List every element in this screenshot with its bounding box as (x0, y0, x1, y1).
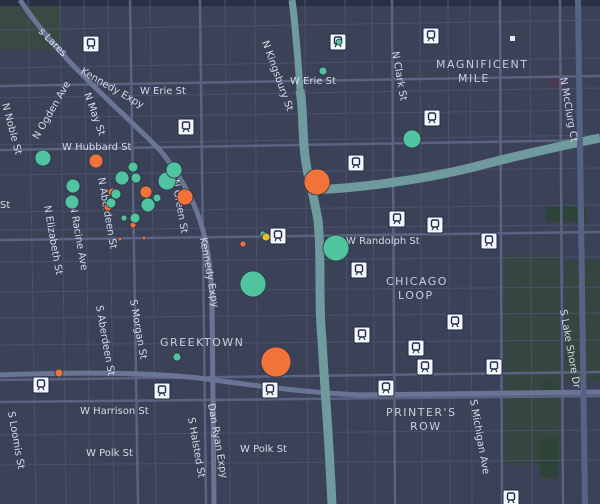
map-base: s Lares W Erie St W Erie St Kennedy Expy… (0, 0, 600, 504)
yellow-marker[interactable] (261, 232, 271, 242)
district-label: MAGNIFICENT (436, 58, 528, 71)
green-marker[interactable] (402, 129, 422, 149)
train-station-icon[interactable] (32, 376, 50, 394)
green-marker[interactable] (127, 161, 139, 173)
street-label: W Erie St (140, 86, 186, 97)
park-patch-2 (540, 438, 558, 478)
green-marker[interactable] (129, 212, 141, 224)
train-station-icon[interactable] (416, 358, 434, 376)
district-label: CHICAGO (386, 275, 448, 288)
train-station-icon[interactable] (423, 109, 441, 127)
train-station-icon[interactable] (502, 489, 520, 504)
grant-park-west (505, 255, 560, 465)
green-marker[interactable] (65, 178, 81, 194)
green-marker[interactable] (239, 270, 267, 298)
green-marker[interactable] (105, 197, 117, 209)
green-marker[interactable] (322, 234, 350, 262)
green-marker[interactable] (335, 38, 343, 46)
green-marker[interactable] (110, 188, 122, 200)
train-station-icon[interactable] (485, 358, 503, 376)
train-station-icon[interactable] (261, 381, 279, 399)
train-station-icon[interactable] (377, 379, 395, 397)
orange-marker[interactable] (239, 240, 247, 248)
train-station-icon[interactable] (407, 339, 425, 357)
street-label: W Randolph St (346, 236, 420, 247)
green-marker[interactable] (140, 197, 156, 213)
orange-marker[interactable] (176, 188, 194, 206)
street-label: W Polk St (240, 444, 287, 455)
train-station-icon[interactable] (353, 326, 371, 344)
green-marker[interactable] (172, 352, 182, 362)
green-marker[interactable] (152, 193, 162, 203)
train-station-icon[interactable] (388, 210, 406, 228)
street-label: W Erie St (290, 76, 336, 87)
orange-marker[interactable] (54, 368, 64, 378)
pond (541, 379, 553, 391)
street-label: W Harrison St (80, 406, 149, 417)
map-canvas[interactable]: s Lares W Erie St W Erie St Kennedy Expy… (0, 0, 600, 504)
orange-marker[interactable] (139, 185, 153, 199)
district-label: PRINTER'S (386, 406, 457, 419)
train-station-icon[interactable] (350, 261, 368, 279)
top-bar (0, 0, 600, 6)
green-marker[interactable] (114, 170, 130, 186)
train-station-icon[interactable] (347, 154, 365, 172)
green-marker[interactable] (318, 66, 328, 76)
train-station-icon[interactable] (426, 216, 444, 234)
green-marker[interactable] (130, 172, 142, 184)
district-label: MILE (458, 72, 490, 85)
orange-marker[interactable] (141, 235, 147, 241)
district-label: LOOP (398, 289, 434, 302)
district-label: ROW (410, 420, 442, 433)
green-marker[interactable] (34, 149, 52, 167)
train-station-icon[interactable] (177, 118, 195, 136)
orange-marker[interactable] (88, 153, 104, 169)
train-station-icon[interactable] (480, 232, 498, 250)
orange-marker[interactable] (303, 168, 331, 196)
train-station-icon[interactable] (269, 227, 287, 245)
green-marker[interactable] (120, 214, 128, 222)
green-marker[interactable] (165, 161, 183, 179)
street-label: W Polk St (86, 448, 133, 459)
orange-marker[interactable] (260, 346, 292, 378)
train-station-icon[interactable] (422, 27, 440, 45)
street-label: St (0, 200, 10, 211)
train-station-icon[interactable] (153, 382, 171, 400)
green-marker[interactable] (64, 194, 80, 210)
orange-marker[interactable] (117, 236, 123, 242)
train-station-icon[interactable] (82, 35, 100, 53)
poi-dot (510, 36, 515, 41)
train-station-icon[interactable] (446, 313, 464, 331)
district-label: GREEKTOWN (160, 336, 244, 349)
street-label: W Hubbard St (62, 142, 132, 153)
